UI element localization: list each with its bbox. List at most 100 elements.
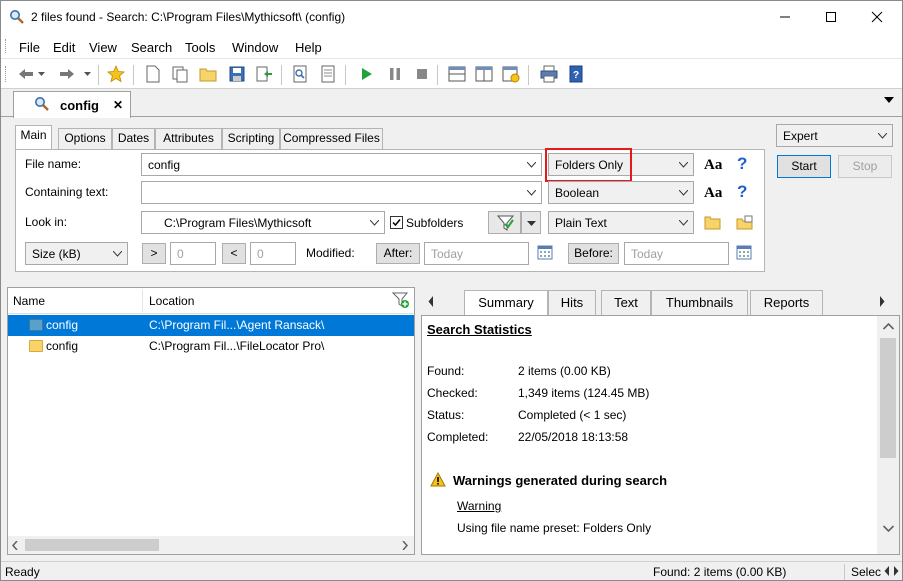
open-folder-icon[interactable] [199, 65, 217, 83]
tab-main[interactable]: Main [15, 125, 52, 149]
table-row[interactable]: config C:\Program Fil...\Agent Ransack\ [8, 315, 414, 336]
warning-link[interactable]: Warning [457, 499, 501, 513]
chevron-down-icon [113, 251, 122, 257]
menu-help[interactable]: Help [295, 40, 322, 55]
close-window-button[interactable] [854, 1, 900, 33]
menu-view[interactable]: View [89, 40, 117, 55]
text-mode-value: Boolean [555, 186, 600, 200]
layout-horizontal-icon[interactable] [448, 65, 466, 83]
case-sensitive-text-icon[interactable]: Aa [704, 185, 722, 202]
tab-compressed-files[interactable]: Compressed Files [280, 128, 383, 149]
tab-list-dropdown-icon[interactable] [884, 97, 894, 104]
export-icon[interactable] [255, 65, 273, 83]
status-scroll-left-icon[interactable] [884, 566, 890, 576]
help-icon[interactable]: ? [737, 182, 747, 202]
back-dropdown-icon[interactable] [38, 72, 45, 77]
subfolders-label: Subfolders [406, 216, 464, 230]
calendar-icon[interactable] [736, 244, 752, 260]
size-max-input[interactable]: 0 [250, 242, 296, 265]
status-bar: Ready Found: 2 items (0.00 KB) Selec [1, 561, 902, 580]
help-book-icon[interactable]: ? [567, 65, 585, 83]
layout-settings-icon[interactable] [502, 65, 520, 83]
favorites-star-icon[interactable] [107, 65, 125, 83]
stat-value: 22/05/2018 18:13:58 [518, 430, 629, 444]
document-tab-config[interactable]: config ✕ [13, 91, 131, 118]
help-icon[interactable]: ? [737, 154, 747, 174]
case-sensitive-icon[interactable]: Aa [704, 157, 722, 174]
look-in-value: C:\Program Files\Mythicsoft [164, 216, 312, 230]
before-date-input[interactable]: Today [624, 242, 729, 265]
containing-text-input[interactable] [141, 181, 542, 204]
menu-edit[interactable]: Edit [53, 40, 75, 55]
filter-button[interactable] [488, 211, 521, 234]
tab-options[interactable]: Options [58, 128, 112, 149]
size-greater-button[interactable]: > [142, 243, 166, 264]
size-min-input[interactable]: 0 [170, 242, 216, 265]
search-options-icon[interactable] [319, 65, 337, 83]
play-icon[interactable] [357, 65, 375, 83]
file-name-input[interactable]: config [141, 153, 542, 176]
summary-pane: Search Statistics Found: 2 items (0.00 K… [421, 315, 900, 555]
save-icon[interactable] [228, 65, 246, 83]
menu-window[interactable]: Window [232, 40, 278, 55]
scroll-up-icon[interactable] [883, 323, 894, 330]
scroll-down-icon[interactable] [883, 525, 894, 532]
look-in-input[interactable]: C:\Program Files\Mythicsoft [141, 211, 385, 234]
tab-scripting[interactable]: Scripting [222, 128, 280, 149]
tab-reports[interactable]: Reports [750, 290, 823, 315]
forward-arrow-icon[interactable] [58, 65, 76, 83]
tab-summary[interactable]: Summary [464, 290, 548, 315]
copy-document-icon[interactable] [171, 65, 189, 83]
scroll-thumb[interactable] [880, 338, 896, 458]
menu-file[interactable]: File [19, 40, 40, 55]
tab-hits[interactable]: Hits [548, 290, 596, 315]
back-arrow-icon[interactable] [17, 65, 35, 83]
add-filter-icon[interactable] [392, 292, 410, 309]
folder-options-icon[interactable] [736, 215, 753, 230]
content-mode-select[interactable]: Plain Text [548, 211, 694, 234]
size-less-button[interactable]: < [222, 243, 246, 264]
tab-thumbnails[interactable]: Thumbnails [651, 290, 748, 315]
results-list[interactable]: Name Location config C:\Program Fil...\A… [7, 287, 415, 555]
column-name[interactable]: Name [13, 294, 45, 308]
print-icon[interactable] [540, 65, 558, 83]
menu-search[interactable]: Search [131, 40, 172, 55]
scroll-left-icon[interactable] [12, 541, 18, 550]
horizontal-scrollbar[interactable] [8, 536, 414, 554]
tab-attributes[interactable]: Attributes [155, 128, 222, 149]
maximize-button[interactable] [808, 1, 854, 33]
column-location[interactable]: Location [149, 294, 194, 308]
scroll-thumb[interactable] [25, 539, 159, 551]
after-date-input[interactable]: Today [424, 242, 529, 265]
tab-text[interactable]: Text [601, 290, 651, 315]
before-button[interactable]: Before: [568, 243, 619, 264]
search-document-icon[interactable] [291, 65, 309, 83]
filter-dropdown-button[interactable] [521, 211, 541, 234]
size-unit-select[interactable]: Size (kB) [25, 242, 128, 265]
close-tab-icon[interactable]: ✕ [113, 98, 123, 112]
forward-dropdown-icon[interactable] [84, 72, 91, 77]
stop-button[interactable]: Stop [838, 155, 892, 178]
scroll-right-icon[interactable] [402, 541, 408, 550]
after-button[interactable]: After: [376, 243, 420, 264]
calendar-icon[interactable] [537, 244, 553, 260]
tabs-scroll-right-icon[interactable] [879, 296, 885, 307]
layout-vertical-icon[interactable] [475, 65, 493, 83]
tab-dates[interactable]: Dates [112, 128, 155, 149]
row-name: config [46, 339, 79, 353]
vertical-scrollbar[interactable] [877, 316, 899, 554]
status-scroll-right-icon[interactable] [893, 566, 899, 576]
start-button[interactable]: Start [777, 155, 831, 178]
warnings-heading: Warnings generated during search [453, 473, 668, 488]
table-row[interactable]: config C:\Program Fil...\FileLocator Pro… [8, 336, 414, 357]
pause-icon[interactable] [386, 65, 404, 83]
minimize-button[interactable] [762, 1, 808, 33]
tabs-scroll-left-icon[interactable] [428, 296, 434, 307]
subfolders-checkbox[interactable] [390, 216, 403, 229]
mode-select[interactable]: Expert [776, 124, 893, 147]
new-document-icon[interactable] [144, 65, 162, 83]
menu-tools[interactable]: Tools [185, 40, 215, 55]
browse-folder-icon[interactable] [704, 215, 721, 230]
text-mode-select[interactable]: Boolean [548, 181, 694, 204]
stop-icon[interactable] [413, 65, 431, 83]
